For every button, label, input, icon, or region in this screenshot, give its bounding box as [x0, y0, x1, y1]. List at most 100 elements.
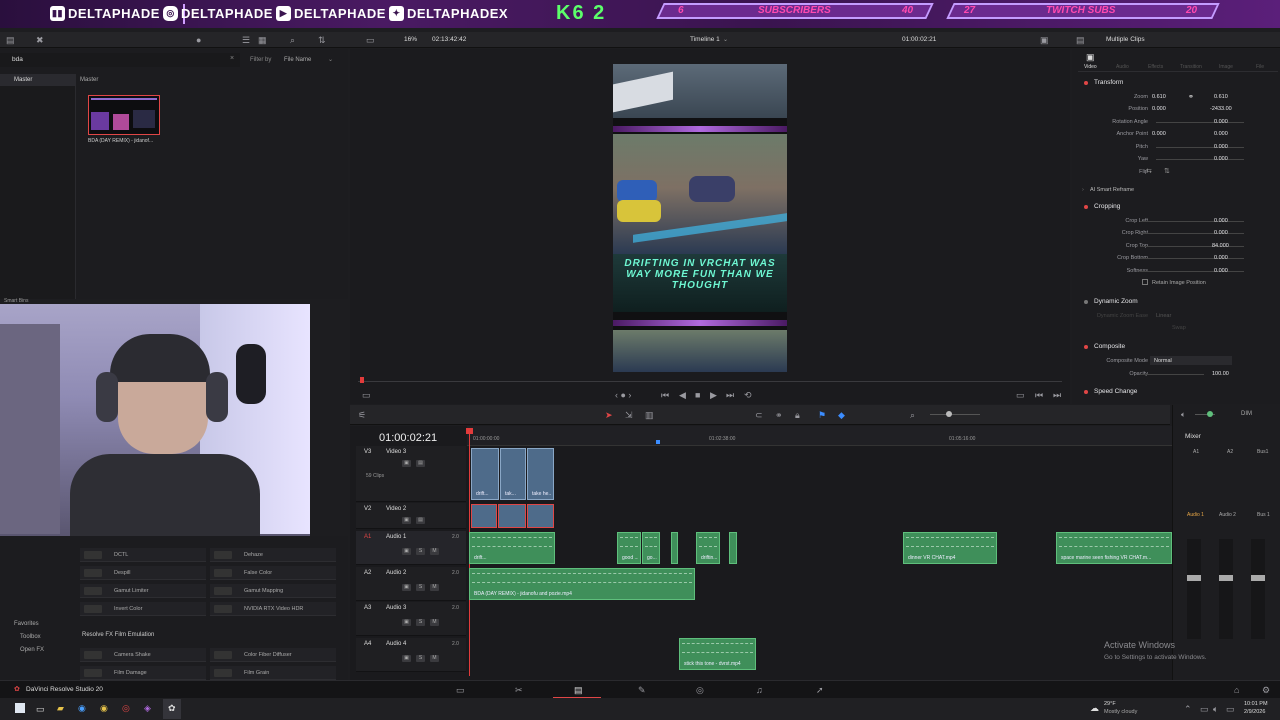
search-icon[interactable]: ⌕ [290, 35, 295, 45]
yaw-field[interactable]: 0.000 [1214, 156, 1228, 162]
mixer-fader-a1[interactable] [1187, 539, 1201, 639]
track-lock-icon[interactable]: ▣ [402, 655, 411, 662]
rotation-slider[interactable] [1156, 122, 1244, 123]
dz-ease-select[interactable]: Linear [1156, 313, 1171, 319]
track-solo-button[interactable]: S [416, 584, 425, 591]
track-header-v3[interactable]: V3 Video 3 59 Clips ▣ ▤ [356, 446, 466, 502]
openfx-item[interactable]: Open FX [20, 647, 44, 653]
track-lock-icon[interactable]: ▣ [402, 584, 411, 591]
chevron-down-icon[interactable]: ⌄ [328, 56, 333, 63]
media-page-icon[interactable]: ▭ [456, 685, 465, 695]
video-clip[interactable]: take he... [527, 448, 554, 500]
next-frame-icon[interactable]: ⏭ [1053, 390, 1061, 400]
snapping-icon[interactable]: ⊂ [755, 410, 763, 420]
viewer-options-icon[interactable]: ▭ [362, 390, 371, 400]
link-icon[interactable]: ⚭ [1188, 93, 1194, 101]
fx-item[interactable]: NVIDIA RTX Video HDR [210, 602, 336, 616]
layout-icon[interactable]: ▣ [1040, 35, 1049, 45]
fx-item[interactable]: Despill [80, 566, 206, 580]
blade-tool-icon[interactable]: ▥ [645, 410, 654, 420]
tab-audio[interactable]: Audio [1116, 64, 1129, 70]
retain-checkbox[interactable] [1142, 279, 1148, 285]
track-header-v2[interactable]: V2 Video 2 ▣ ▤ [356, 503, 466, 529]
track-mute-button[interactable]: M [430, 548, 439, 555]
fx-item[interactable]: False Color [210, 566, 336, 580]
fader-knob[interactable] [1251, 575, 1265, 581]
viewer-scrubber[interactable] [358, 381, 1062, 382]
tab-file[interactable]: File [1256, 64, 1264, 70]
fx-item[interactable]: DCTL [80, 548, 206, 562]
track-lock-icon[interactable]: ▣ [402, 460, 411, 467]
edit-page-icon[interactable]: ▤ [574, 685, 583, 695]
battery-icon[interactable]: ▭ [1226, 704, 1235, 714]
softness-field[interactable]: 0.000 [1214, 268, 1228, 274]
tab-transition[interactable]: Transition [1180, 64, 1202, 70]
speed-change-section[interactable]: Speed Change [1078, 385, 1274, 399]
track-lock-icon[interactable]: ▣ [402, 548, 411, 555]
toolbox-item[interactable]: Toolbox [20, 634, 41, 640]
inspector-icon[interactable]: ▤ [1076, 35, 1085, 45]
zoom-to-fit-icon[interactable]: ⌕ [910, 410, 915, 420]
transform-section[interactable]: Transform [1078, 76, 1274, 90]
audio-clip[interactable]: stick this tone - dvrst.mp4 [679, 638, 756, 670]
crop-top-field[interactable]: 84.000 [1212, 243, 1229, 249]
video-clip[interactable] [498, 504, 526, 528]
media-pool-icon[interactable]: ✖ [36, 35, 44, 45]
video-clip[interactable]: tak... [500, 448, 526, 500]
tab-effects[interactable]: Effects [1148, 64, 1163, 70]
track-solo-button[interactable]: S [416, 548, 425, 555]
trim-tool-icon[interactable]: ⇲ [625, 410, 633, 420]
video-clip[interactable] [527, 504, 554, 528]
timeline-zoom-slider[interactable] [930, 414, 980, 415]
audio-clip[interactable]: driftin... [696, 532, 720, 564]
speaker-icon[interactable]: 🔈︎ [1181, 410, 1186, 420]
video-clip[interactable] [471, 504, 497, 528]
audio-clip[interactable]: BDA (DAY REMIX) - jidanofu and pozie.mp4 [469, 568, 695, 600]
flip-vertical-icon[interactable]: ⇅ [1164, 167, 1170, 175]
discord-icon[interactable]: ◈ [144, 703, 151, 713]
fusion-page-icon[interactable]: ✎ [638, 685, 646, 695]
marker-icon[interactable]: ◆ [838, 410, 845, 420]
panel-toggle-icon[interactable]: ▤ [6, 35, 15, 45]
volume-icon[interactable]: 🔈︎ [1213, 704, 1218, 714]
video-frame[interactable]: DRIFTING IN VRCHAT WAS WAY MORE FUN THAN… [613, 64, 787, 372]
fx-item[interactable]: Film Grain [210, 666, 336, 680]
slider-knob-icon[interactable]: ● [196, 35, 201, 45]
track-header-a2[interactable]: A2 Audio 2 2.0 ▣ S M [356, 567, 466, 601]
audio-clip[interactable]: go... [642, 532, 660, 564]
audio-clip[interactable]: good ... [617, 532, 641, 564]
network-icon[interactable]: ▭ [1200, 704, 1209, 714]
settings-icon[interactable]: ⚙ [1262, 685, 1270, 695]
list-view-icon[interactable]: ☰ [242, 35, 250, 45]
task-view-icon[interactable]: ▭ [36, 704, 45, 714]
viewer-mode-icon[interactable]: ▭ [366, 35, 375, 45]
track-solo-button[interactable]: S [416, 619, 425, 626]
tab-image[interactable]: Image [1219, 64, 1233, 70]
color-page-icon[interactable]: ◎ [696, 685, 704, 695]
lock-icon[interactable]: 🔒︎ [795, 410, 800, 420]
crop-right-field[interactable]: 0.000 [1214, 230, 1228, 236]
flip-horizontal-icon[interactable]: ⇆ [1146, 167, 1152, 175]
video-clip[interactable]: drift... [471, 448, 499, 500]
section-enabled-dot[interactable] [1084, 345, 1088, 349]
fx-item[interactable]: Camera Shake [80, 648, 206, 662]
mixer-fader-a2[interactable] [1219, 539, 1233, 639]
track-visibility-icon[interactable]: ▤ [416, 460, 425, 467]
playhead-handle[interactable] [466, 428, 473, 434]
file-explorer-icon[interactable]: ▰ [57, 703, 64, 713]
track-header-a4[interactable]: A4 Audio 4 2.0 ▣ S M [356, 638, 466, 672]
fx-item[interactable]: Dehaze [210, 548, 336, 562]
play-icon[interactable]: ▶ [710, 390, 717, 400]
section-enabled-dot[interactable] [1084, 390, 1088, 394]
section-enabled-dot[interactable] [1084, 300, 1088, 304]
audio-clip[interactable] [729, 532, 737, 564]
obs-icon[interactable]: ◎ [122, 703, 130, 713]
section-enabled-dot[interactable] [1084, 205, 1088, 209]
crop-bottom-slider[interactable] [1140, 258, 1244, 259]
favorites-item[interactable]: Favorites [14, 621, 39, 627]
bin-item-master[interactable]: Master [0, 74, 76, 86]
fader-knob[interactable] [1219, 575, 1233, 581]
flag-icon[interactable]: ⚑ [818, 410, 826, 420]
fairlight-page-icon[interactable]: ♫ [756, 685, 763, 695]
zoom-level[interactable]: 16% [404, 36, 417, 43]
